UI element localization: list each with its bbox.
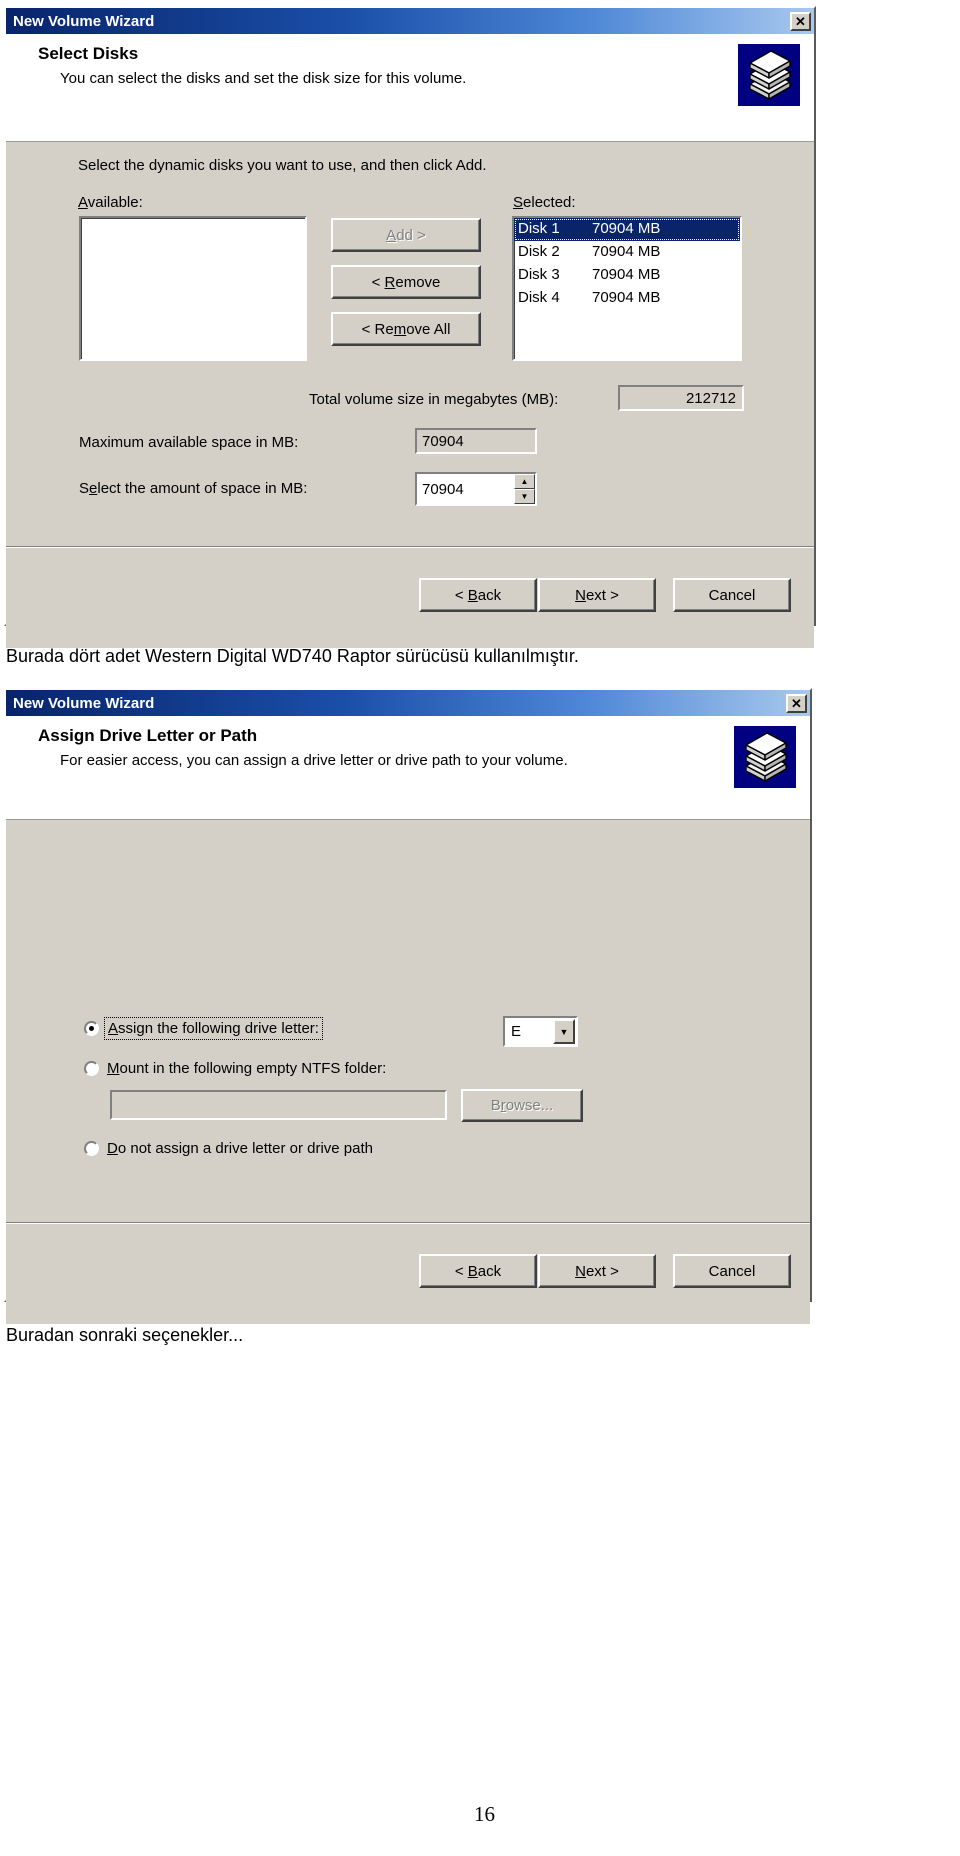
dialog1-header-text: Select Disks You can select the disks an… <box>6 34 466 97</box>
radio-icon-unselected[interactable] <box>84 1061 99 1076</box>
total-volume-size-value: 212712 <box>618 385 744 411</box>
disk-size: 70904 MB <box>592 266 661 283</box>
disk-stack-icon <box>734 726 796 788</box>
cancel-button-label: Cancel <box>708 586 756 604</box>
dialog1-header: Select Disks You can select the disks an… <box>6 34 814 142</box>
radio-mount-ntfs-folder-label: Mount in the following empty NTFS folder… <box>107 1060 387 1077</box>
page-number: 16 <box>474 1802 495 1826</box>
total-volume-size-label: Total volume size in megabytes (MB): <box>309 391 559 408</box>
drive-letter-combobox[interactable]: E ▼ <box>503 1016 578 1047</box>
disk-size: 70904 MB <box>592 243 661 260</box>
dialog2-title-text: New Volume Wizard <box>13 694 155 712</box>
spinner-buttons[interactable]: ▲ ▼ <box>514 474 535 504</box>
dialog1-titlebar: New Volume Wizard ✕ <box>6 8 814 34</box>
spinner-down-icon[interactable]: ▼ <box>514 489 535 504</box>
disk-name: Disk 1 <box>518 220 560 237</box>
dialog1-page-subtitle: You can select the disks and set the dis… <box>60 70 467 87</box>
radio-do-not-assign[interactable]: Do not assign a drive letter or drive pa… <box>84 1140 373 1157</box>
selected-listbox[interactable]: Disk 1 70904 MB Disk 2 70904 MB Disk 3 7… <box>512 216 742 361</box>
dialog2-titlebar: New Volume Wizard ✕ <box>6 690 810 716</box>
cancel-button[interactable]: Cancel <box>673 578 791 612</box>
maximum-space-label: Maximum available space in MB: <box>79 434 299 451</box>
browse-button-label: Browse... <box>490 1097 554 1114</box>
dialog1-footer-divider <box>6 546 814 548</box>
new-volume-wizard-assign-drive-letter: New Volume Wizard ✕ Assign Drive Letter … <box>4 688 812 1324</box>
select-amount-label: Select the amount of space in MB: <box>79 480 308 497</box>
disk-name: Disk 3 <box>518 266 560 283</box>
back-button-label: < Back <box>454 1262 502 1280</box>
maximum-space-value: 70904 <box>415 428 537 454</box>
dialog1-body: Select the dynamic disks you want to use… <box>6 142 814 648</box>
radio-assign-drive-letter[interactable]: Assign the following drive letter: <box>84 1017 323 1040</box>
dialog1-title-text: New Volume Wizard <box>13 12 155 30</box>
drive-letter-value: E <box>511 1023 522 1040</box>
remove-all-button-label: < Remove All <box>361 320 451 338</box>
caption-bottom: Buradan sonraki seçenekler... <box>6 1325 244 1345</box>
next-button-label: Next > <box>575 1262 619 1280</box>
dialog2-page-title: Assign Drive Letter or Path <box>38 726 258 745</box>
selected-label: Selected: <box>513 194 576 211</box>
remove-button[interactable]: < Remove <box>331 265 481 299</box>
radio-do-not-assign-label: Do not assign a drive letter or drive pa… <box>107 1140 373 1157</box>
available-listbox[interactable] <box>79 216 307 361</box>
dialog1-page-title: Select Disks <box>38 44 139 63</box>
next-button[interactable]: Next > <box>538 578 656 612</box>
list-item[interactable]: Disk 4 70904 MB <box>514 287 740 310</box>
browse-button[interactable]: Browse... <box>461 1089 583 1122</box>
add-button[interactable]: Add > <box>331 218 481 252</box>
next-button-label: Next > <box>575 586 619 604</box>
back-button[interactable]: < Back <box>419 1254 537 1288</box>
close-icon[interactable]: ✕ <box>790 11 811 31</box>
radio-mount-ntfs-folder[interactable]: Mount in the following empty NTFS folder… <box>84 1060 386 1077</box>
disk-name: Disk 2 <box>518 243 560 260</box>
list-item[interactable]: Disk 1 70904 MB <box>514 218 740 241</box>
dialog1-instruction: Select the dynamic disks you want to use… <box>78 157 487 174</box>
list-item[interactable]: Disk 2 70904 MB <box>514 241 740 264</box>
back-button[interactable]: < Back <box>419 578 537 612</box>
add-button-label: Add > <box>386 226 426 244</box>
list-item[interactable]: Disk 3 70904 MB <box>514 264 740 287</box>
dialog2-header-text: Assign Drive Letter or Path For easier a… <box>6 716 568 779</box>
radio-icon-selected[interactable] <box>84 1021 99 1036</box>
spinner-up-icon[interactable]: ▲ <box>514 474 535 489</box>
cancel-button-label: Cancel <box>708 1262 756 1280</box>
dialog2-body: Assign the following drive letter: E ▼ M… <box>6 820 810 1324</box>
amount-input[interactable]: 70904 <box>417 474 514 504</box>
disk-name: Disk 4 <box>518 289 560 306</box>
available-label: Available: <box>78 194 143 211</box>
disk-size: 70904 MB <box>592 289 661 306</box>
dialog2-page-subtitle: For easier access, you can assign a driv… <box>60 752 568 769</box>
dialog2-header: Assign Drive Letter or Path For easier a… <box>6 716 810 820</box>
disk-stack-icon <box>738 44 800 106</box>
radio-assign-drive-letter-label: Assign the following drive letter: <box>104 1017 323 1040</box>
remove-all-button[interactable]: < Remove All <box>331 312 481 346</box>
back-button-label: < Back <box>454 586 502 604</box>
close-icon[interactable]: ✕ <box>786 693 807 713</box>
radio-icon-unselected[interactable] <box>84 1141 99 1156</box>
new-volume-wizard-select-disks: New Volume Wizard ✕ Select Disks You can… <box>4 6 816 648</box>
amount-spinner[interactable]: 70904 ▲ ▼ <box>415 472 537 506</box>
ntfs-folder-path-input[interactable] <box>110 1090 447 1120</box>
caption-between-dialogs: Burada dört adet Western Digital WD740 R… <box>6 646 579 666</box>
cancel-button[interactable]: Cancel <box>673 1254 791 1288</box>
chevron-down-icon[interactable]: ▼ <box>553 1019 575 1044</box>
disk-size: 70904 MB <box>592 220 661 237</box>
remove-button-label: < Remove <box>371 273 441 291</box>
dialog2-footer-divider <box>6 1222 810 1224</box>
next-button[interactable]: Next > <box>538 1254 656 1288</box>
